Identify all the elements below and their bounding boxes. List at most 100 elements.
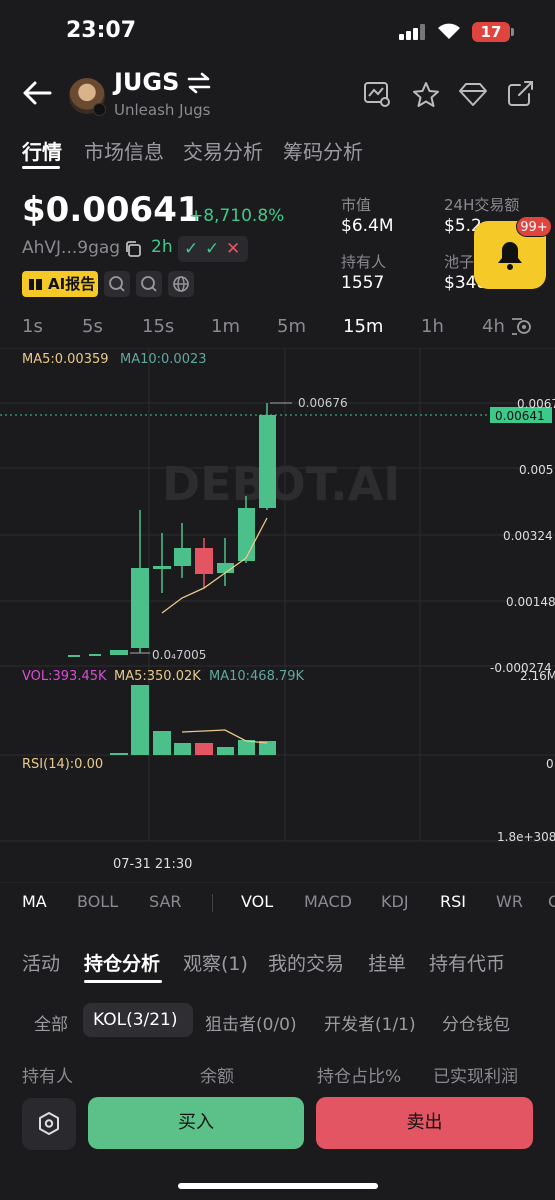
indicator-boll[interactable]: BOLL: [77, 892, 118, 911]
candle: [195, 548, 213, 574]
search-x-button[interactable]: [136, 271, 162, 297]
tab-market[interactable]: 行情: [22, 136, 62, 165]
tab-market-info[interactable]: 市场信息: [84, 136, 164, 165]
candle: [89, 654, 101, 656]
tab-holdings-analysis[interactable]: 持仓分析: [84, 949, 160, 976]
column-realized-profit[interactable]: 已实现利润: [433, 1062, 518, 1087]
volume-bar: [110, 753, 128, 755]
holders-value: 1557: [341, 273, 385, 293]
buy-button[interactable]: 买入: [88, 1097, 304, 1149]
indicator-more[interactable]: C: [548, 892, 555, 911]
indicator-separator: [212, 894, 213, 912]
filter-snipers[interactable]: 狙击者(0/0): [205, 1010, 297, 1035]
bottom-tab-underline: [84, 980, 162, 983]
chart-watch-icon[interactable]: [362, 80, 392, 108]
price-axis-label: 0.00676: [517, 397, 555, 411]
indicator-wr[interactable]: WR: [496, 892, 523, 911]
time-axis-label: 07-31 21:30: [113, 857, 192, 872]
wifi-icon: [438, 23, 460, 39]
share-icon[interactable]: [506, 80, 536, 108]
copy-icon[interactable]: [124, 240, 142, 258]
column-holding-percent[interactable]: 持仓占比%: [317, 1062, 401, 1087]
timeframe-1s[interactable]: 1s: [22, 316, 43, 337]
market-cap-label: 市值: [341, 196, 372, 214]
battery-icon: 17: [472, 22, 510, 42]
timeframe-5s[interactable]: 5s: [82, 316, 103, 337]
chart-settings-icon[interactable]: [510, 314, 534, 338]
ma10-legend: MA10:0.0023: [120, 352, 207, 367]
timeframe-4h[interactable]: 4h: [482, 316, 505, 337]
indicator-macd[interactable]: MACD: [304, 892, 352, 911]
indicator-sar[interactable]: SAR: [149, 892, 182, 911]
column-balance[interactable]: 余额: [200, 1062, 234, 1087]
candle: [131, 568, 149, 648]
filter-split-wallets[interactable]: 分仓钱包: [442, 1010, 510, 1035]
price-axis-label: 0.00324: [503, 529, 553, 543]
price-axis-label: 0.005: [519, 463, 553, 477]
token-age: 2h: [151, 237, 173, 257]
security-checks[interactable]: ✓ ✓ ✕: [178, 236, 248, 262]
timeframe-15s[interactable]: 15s: [142, 316, 174, 337]
check-mark: ✓: [184, 239, 199, 259]
tab-chip-analysis[interactable]: 筹码分析: [283, 136, 363, 165]
candle: [68, 655, 80, 657]
star-icon[interactable]: [411, 80, 441, 108]
notification-badge: 99+: [516, 216, 552, 237]
settings-button[interactable]: [22, 1098, 76, 1150]
hexagon-settings-icon: [39, 1112, 59, 1135]
swap-icon[interactable]: [186, 72, 212, 94]
token-subtitle: Unleash Jugs: [114, 101, 211, 119]
filter-kol[interactable]: KOL(3/21): [93, 1010, 178, 1030]
candles: [68, 403, 276, 657]
timeframe-1m[interactable]: 1m: [211, 316, 240, 337]
market-cap-value: $6.4M: [341, 216, 394, 236]
candle: [259, 415, 276, 508]
tab-activity[interactable]: 活动: [22, 949, 60, 976]
timeframe-1h[interactable]: 1h: [421, 316, 444, 337]
indicator-kdj[interactable]: KDJ: [381, 892, 409, 911]
filter-developers[interactable]: 开发者(1/1): [324, 1010, 416, 1035]
back-arrow-icon[interactable]: [22, 80, 52, 106]
rsi-legend: RSI(14):0.00: [22, 757, 103, 772]
candlestick-chart[interactable]: MA5:0.00359 MA10:0.0023 DEBOT.AI 0.00641…: [0, 348, 555, 883]
watermark: DEBOT.AI: [162, 457, 400, 511]
tab-watch[interactable]: 观察(1): [183, 949, 248, 976]
tab-my-trades[interactable]: 我的交易: [268, 949, 344, 976]
tab-trade-analysis[interactable]: 交易分析: [183, 136, 263, 165]
candle: [238, 508, 255, 561]
indicator-vol[interactable]: VOL: [241, 892, 273, 911]
volume-24h-label: 24H交易额: [444, 196, 520, 214]
globe-icon: [173, 276, 189, 292]
filter-all[interactable]: 全部: [34, 1010, 68, 1035]
home-indicator: [178, 1183, 378, 1189]
timeframe-5m[interactable]: 5m: [277, 316, 306, 337]
candle: [174, 548, 191, 566]
vol-ma10-legend: MA10:468.79K: [209, 669, 305, 684]
tab-held-tokens[interactable]: 持有代币: [429, 949, 505, 976]
vol-legend: VOL:393.45K: [22, 669, 107, 684]
vol-ma5-legend: MA5:350.02K: [114, 669, 201, 684]
search-button[interactable]: [104, 271, 130, 297]
chart-grid: [0, 348, 555, 883]
candle: [153, 566, 171, 569]
cellular-signal-icon: [399, 24, 425, 40]
indicator-ma[interactable]: MA: [22, 892, 47, 911]
volume-bar: [131, 685, 149, 755]
chain-badge-icon: [93, 103, 106, 116]
vol-axis-top: 2.16M: [520, 669, 555, 683]
search-icon: [141, 276, 157, 292]
indicator-rsi[interactable]: RSI: [440, 892, 466, 911]
tab-orders[interactable]: 挂单: [368, 949, 406, 976]
column-holder[interactable]: 持有人: [22, 1062, 73, 1087]
battery-tip: [511, 28, 514, 36]
ma5-legend: MA5:0.00359: [22, 352, 109, 367]
price-change: +8,710.8%: [189, 206, 285, 226]
sell-button[interactable]: 卖出: [316, 1097, 533, 1149]
website-button[interactable]: [168, 271, 194, 297]
price-axis-label: 0.00148: [506, 595, 555, 609]
cross-mark: ✕: [226, 239, 241, 259]
diamond-icon[interactable]: [458, 80, 488, 108]
timeframe-15m[interactable]: 15m: [343, 316, 383, 337]
current-price-axis-label: 0.00641: [495, 409, 545, 423]
tab-underline: [22, 166, 60, 169]
